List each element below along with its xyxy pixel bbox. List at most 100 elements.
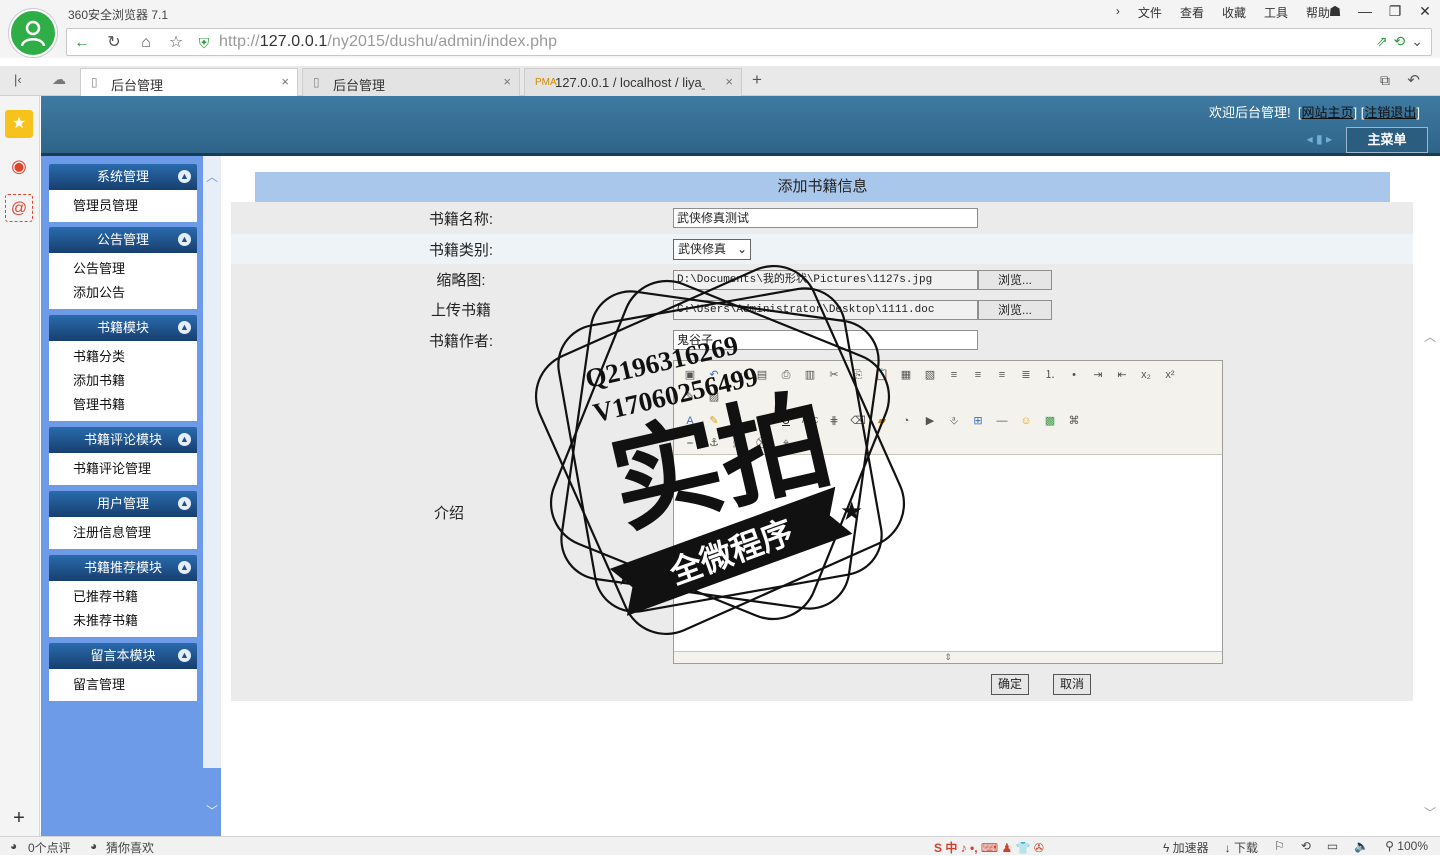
share-icon[interactable]: ⇗ — [1376, 33, 1388, 50]
cloud-icon[interactable]: ☁ — [52, 71, 66, 88]
copy-icon[interactable]: ⎘ — [848, 365, 868, 385]
tab-close-icon[interactable]: × — [725, 74, 733, 89]
collapse-icon[interactable]: ▲ — [178, 649, 191, 662]
emoticon-icon[interactable]: ☺ — [1016, 411, 1036, 431]
nav-group-header[interactable]: 用户管理 ▲ — [49, 491, 197, 517]
dropdown-icon[interactable]: ⌄ — [1411, 33, 1423, 50]
editor-resize-bar[interactable]: ⇕ — [674, 651, 1222, 663]
nav-group-header[interactable]: 书籍评论模块 ▲ — [49, 427, 197, 453]
nav-item-notice-manage[interactable]: 公告管理 — [73, 257, 197, 281]
collapse-icon[interactable]: ▲ — [178, 433, 191, 446]
paste-text-icon[interactable]: ▦ — [896, 365, 916, 385]
source-icon[interactable]: ▣ — [680, 365, 700, 385]
superscript-icon[interactable]: x² — [1160, 365, 1180, 385]
undo-close-icon[interactable]: ↶ — [1407, 71, 1420, 89]
anchor-icon[interactable]: ⚓ — [704, 433, 724, 453]
menu-file[interactable]: 文件 — [1136, 4, 1164, 21]
collapse-icon[interactable]: ▲ — [178, 233, 191, 246]
thumbnail-file-input[interactable]: D:\Documents\我的形状\Pictures\1127s.jpg — [673, 270, 978, 290]
window-icon[interactable]: ▭ — [1327, 839, 1338, 856]
collapse-icon[interactable]: ▲ — [178, 561, 191, 574]
subscript-icon[interactable]: x₂ — [1136, 365, 1156, 385]
code-icon[interactable]: ⌘ — [1064, 411, 1084, 431]
hr-icon[interactable]: ― — [992, 411, 1012, 431]
table-icon[interactable]: ⊞ — [968, 411, 988, 431]
tab-phpmyadmin[interactable]: PMA 127.0.0.1 / localhost / liya_c × — [524, 68, 742, 96]
favorites-star-icon[interactable]: ★ — [5, 110, 33, 138]
nav-group-header[interactable]: 留言本模块 ▲ — [49, 643, 197, 669]
flag-icon[interactable]: ⚐ — [1274, 839, 1285, 856]
unlink-icon[interactable]: ⛒ — [752, 433, 772, 453]
book-browse-button[interactable]: 浏览... — [978, 300, 1052, 320]
nav-item-recommended[interactable]: 已推荐书籍 — [73, 585, 197, 609]
thumbnail-browse-button[interactable]: 浏览... — [978, 270, 1052, 290]
site-home-link[interactable]: 网站主页 — [1302, 105, 1354, 120]
scroll-down-icon[interactable]: ﹀ — [206, 802, 218, 819]
attachment-icon[interactable]: ⎀ — [944, 411, 964, 431]
logout-link[interactable]: 注销退出 — [1364, 105, 1416, 120]
underline-icon[interactable]: U — [776, 411, 796, 431]
menu-favorites[interactable]: 收藏 — [1220, 4, 1248, 21]
line-height-icon[interactable]: ⋕ — [824, 411, 844, 431]
refresh-icon[interactable]: ↻ — [103, 32, 125, 54]
menu-arrow-icon[interactable]: › — [1114, 4, 1122, 21]
tab-admin-2[interactable]: ▯ 后台管理 × — [302, 68, 520, 96]
link-icon[interactable]: ⛓ — [728, 433, 748, 453]
menu-pager-icon[interactable]: ◂ ▮ ▸ — [1307, 132, 1332, 146]
select-all-icon[interactable]: ▨ — [704, 387, 724, 407]
menu-tools[interactable]: 工具 — [1262, 4, 1290, 21]
nav-group-header[interactable]: 书籍推荐模块 ▲ — [49, 555, 197, 581]
ime-toolbar-icon[interactable]: S 中 ♪ •, ⌨ ♟ 👕 ✇ — [934, 839, 1044, 856]
browser-logo-icon[interactable] — [9, 9, 57, 57]
content-scroll-up-icon[interactable]: ︿ — [1424, 328, 1436, 345]
tab-close-icon[interactable]: × — [281, 74, 289, 89]
book-name-input[interactable]: 武侠修真测试 — [673, 208, 978, 228]
highlight-icon[interactable]: ✎ — [704, 411, 724, 431]
mail-icon[interactable]: @ — [5, 194, 33, 222]
paste-word-icon[interactable]: ▧ — [920, 365, 940, 385]
collapse-icon[interactable]: ▲ — [178, 497, 191, 510]
preview-icon[interactable]: ▤ — [752, 365, 772, 385]
bold-icon[interactable]: B — [728, 411, 748, 431]
tab-list-icon[interactable]: ⧉ — [1380, 72, 1390, 89]
maximize-icon[interactable]: ❐ — [1380, 0, 1410, 24]
print-icon[interactable]: ⎙ — [776, 365, 796, 385]
picture-icon[interactable]: ▩ — [1040, 411, 1060, 431]
undo-icon[interactable]: ↶ — [704, 365, 724, 385]
editor-body[interactable] — [674, 455, 1222, 651]
map-icon[interactable]: ⌖ — [776, 433, 796, 453]
category-select[interactable]: 武侠修真 ⌄ — [673, 239, 751, 260]
minimize-icon[interactable]: — — [1350, 0, 1380, 24]
close-window-icon[interactable]: ✕ — [1410, 0, 1440, 24]
weibo-icon[interactable]: ◉ — [5, 152, 33, 180]
font-color-icon[interactable]: A — [680, 411, 700, 431]
align-center-icon[interactable]: ≡ — [968, 365, 988, 385]
new-tab-icon[interactable]: + — [752, 70, 762, 90]
author-input[interactable]: 鬼谷子 — [673, 330, 978, 350]
strikethrough-icon[interactable]: ABC — [800, 411, 820, 431]
nav-item-add-book[interactable]: 添加书籍 — [73, 369, 197, 393]
indent-icon[interactable]: ⇥ — [1088, 365, 1108, 385]
outdent-icon[interactable]: ⇤ — [1112, 365, 1132, 385]
back-icon[interactable]: ← — [71, 32, 93, 54]
nav-item-manage-books[interactable]: 管理书籍 — [73, 393, 197, 417]
nav-item-admin-manage[interactable]: 管理员管理 — [73, 194, 197, 218]
sidebar-toggle-icon[interactable]: |‹ — [14, 72, 22, 87]
nav-item-message-manage[interactable]: 留言管理 — [73, 673, 197, 697]
book-file-input[interactable]: C:\Users\Administrator\Desktop\1111.doc — [673, 300, 978, 320]
cancel-button[interactable]: 取消 — [1053, 674, 1091, 695]
unordered-list-icon[interactable]: • — [1064, 365, 1084, 385]
align-right-icon[interactable]: ≡ — [992, 365, 1012, 385]
collapse-icon[interactable]: ▲ — [178, 321, 191, 334]
paste-icon[interactable]: 📋 — [872, 365, 892, 385]
italic-icon[interactable]: I — [752, 411, 772, 431]
ie-mode-icon[interactable]: ⟲ — [1301, 839, 1311, 856]
nav-group-header[interactable]: 系统管理 ▲ — [49, 164, 197, 190]
add-sidebar-icon[interactable]: + — [5, 804, 33, 832]
clear-format-icon[interactable]: ✎ — [680, 387, 700, 407]
collapse-icon[interactable]: ▲ — [178, 170, 191, 183]
main-menu-button[interactable]: 主菜单 — [1346, 127, 1428, 153]
eraser-icon[interactable]: ⌫ — [848, 411, 868, 431]
left-nav-scrollbar[interactable]: ︿ ﹀ — [203, 156, 221, 836]
nav-group-header[interactable]: 书籍模块 ▲ — [49, 315, 197, 341]
